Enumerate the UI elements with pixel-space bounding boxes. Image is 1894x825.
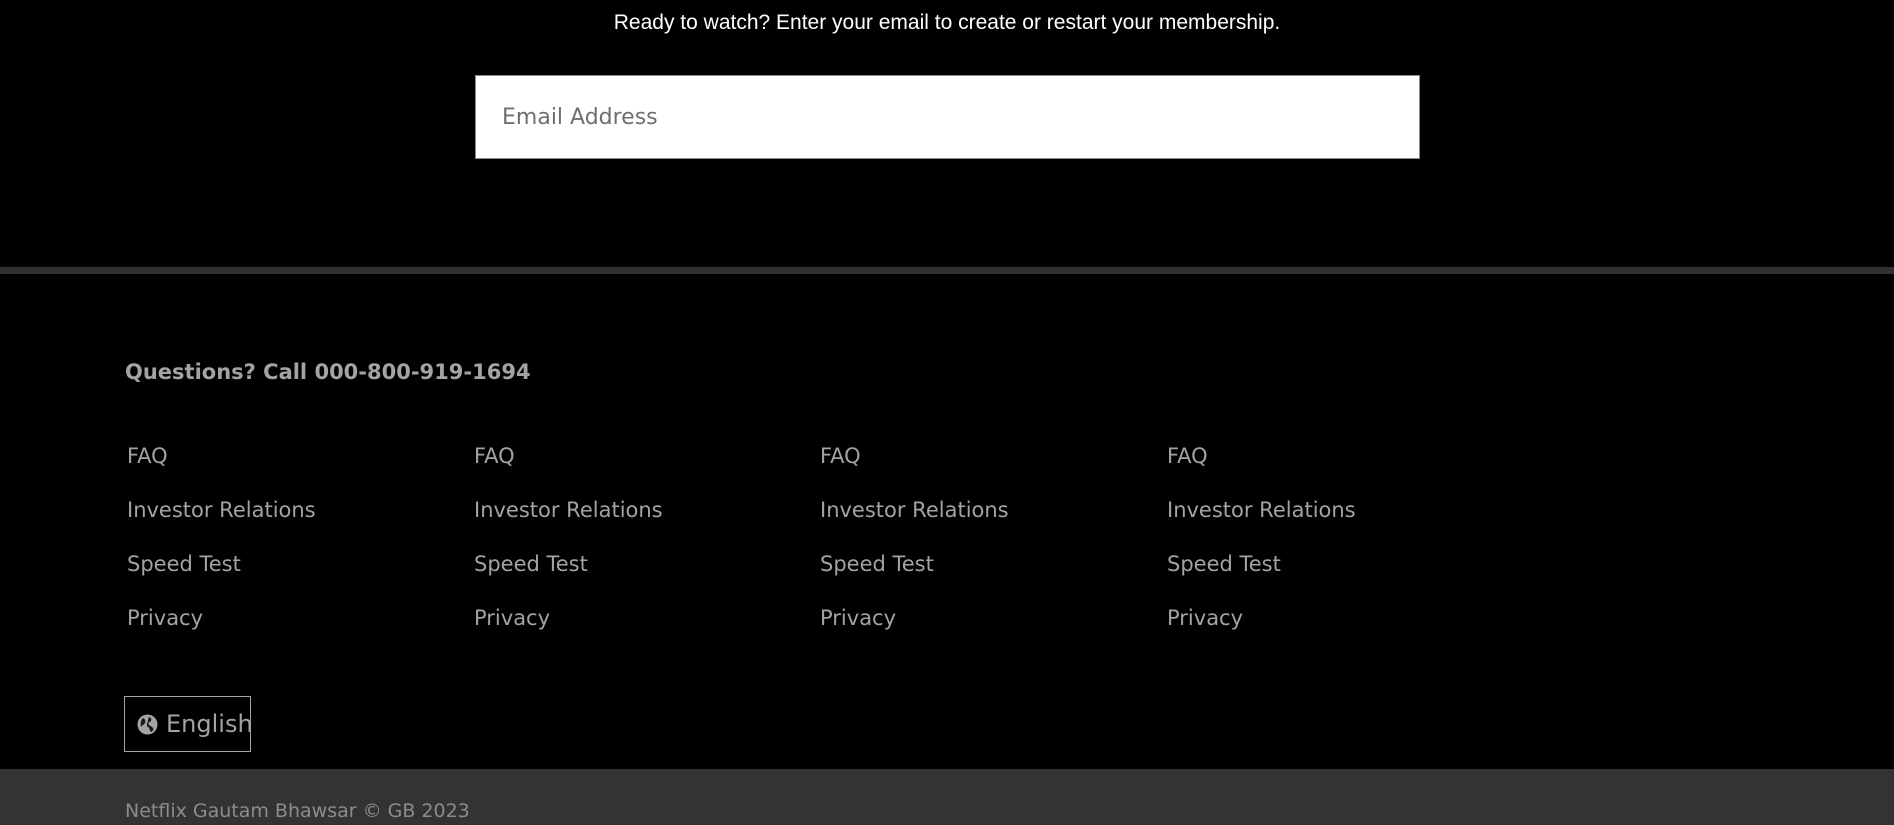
list-item: Privacy	[127, 602, 316, 656]
footer-link-faq[interactable]: FAQ	[474, 444, 515, 468]
footer-question: Questions? Call 000-800-919-1694	[125, 358, 531, 386]
footer-link-speed-test[interactable]: Speed Test	[474, 552, 588, 576]
footer-link-investor-relations[interactable]: Investor Relations	[820, 498, 1009, 522]
globe-icon	[137, 714, 158, 735]
list-item: Privacy	[1167, 602, 1356, 656]
language-label: English	[166, 710, 253, 738]
list-item: Privacy	[820, 602, 1009, 656]
list-item: Speed Test	[820, 548, 1009, 602]
list-item: FAQ	[474, 440, 663, 494]
question-prefix: Questions? Call	[125, 360, 315, 384]
footer-link-privacy[interactable]: Privacy	[474, 606, 550, 630]
list-item: Investor Relations	[820, 494, 1009, 548]
email-input[interactable]	[475, 75, 1420, 159]
footer-link-speed-test[interactable]: Speed Test	[127, 552, 241, 576]
footer-column-1: FAQ Investor Relations Speed Test Privac…	[127, 440, 316, 656]
list-item: Investor Relations	[127, 494, 316, 548]
section-divider	[0, 267, 1894, 274]
list-item: Speed Test	[474, 548, 663, 602]
list-item: FAQ	[820, 440, 1009, 494]
language-selector[interactable]: English	[124, 696, 253, 752]
footer-column-2: FAQ Investor Relations Speed Test Privac…	[474, 440, 663, 656]
bottom-bar: Netflix Gautam Bhawsar © GB 2023	[0, 769, 1894, 825]
footer-link-faq[interactable]: FAQ	[820, 444, 861, 468]
phone-link[interactable]: 000-800-919-1694	[314, 360, 530, 384]
footer-link-privacy[interactable]: Privacy	[820, 606, 896, 630]
footer-column-3: FAQ Investor Relations Speed Test Privac…	[820, 440, 1009, 656]
list-item: Speed Test	[1167, 548, 1356, 602]
copyright-text: Netflix Gautam Bhawsar © GB 2023	[125, 800, 470, 822]
footer-link-faq[interactable]: FAQ	[127, 444, 168, 468]
list-item: Investor Relations	[474, 494, 663, 548]
list-item: Speed Test	[127, 548, 316, 602]
cta-text: Ready to watch? Enter your email to crea…	[613, 11, 1281, 34]
footer-column-4: FAQ Investor Relations Speed Test Privac…	[1167, 440, 1356, 656]
page: Ready to watch? Enter your email to crea…	[0, 0, 1894, 825]
footer-link-investor-relations[interactable]: Investor Relations	[1167, 498, 1356, 522]
footer-link-speed-test[interactable]: Speed Test	[820, 552, 934, 576]
footer-link-privacy[interactable]: Privacy	[1167, 606, 1243, 630]
list-item: Privacy	[474, 602, 663, 656]
footer-link-investor-relations[interactable]: Investor Relations	[127, 498, 316, 522]
footer-link-speed-test[interactable]: Speed Test	[1167, 552, 1281, 576]
list-item: Investor Relations	[1167, 494, 1356, 548]
list-item: FAQ	[127, 440, 316, 494]
footer-link-faq[interactable]: FAQ	[1167, 444, 1208, 468]
footer-link-investor-relations[interactable]: Investor Relations	[474, 498, 663, 522]
footer-link-privacy[interactable]: Privacy	[127, 606, 203, 630]
list-item: FAQ	[1167, 440, 1356, 494]
